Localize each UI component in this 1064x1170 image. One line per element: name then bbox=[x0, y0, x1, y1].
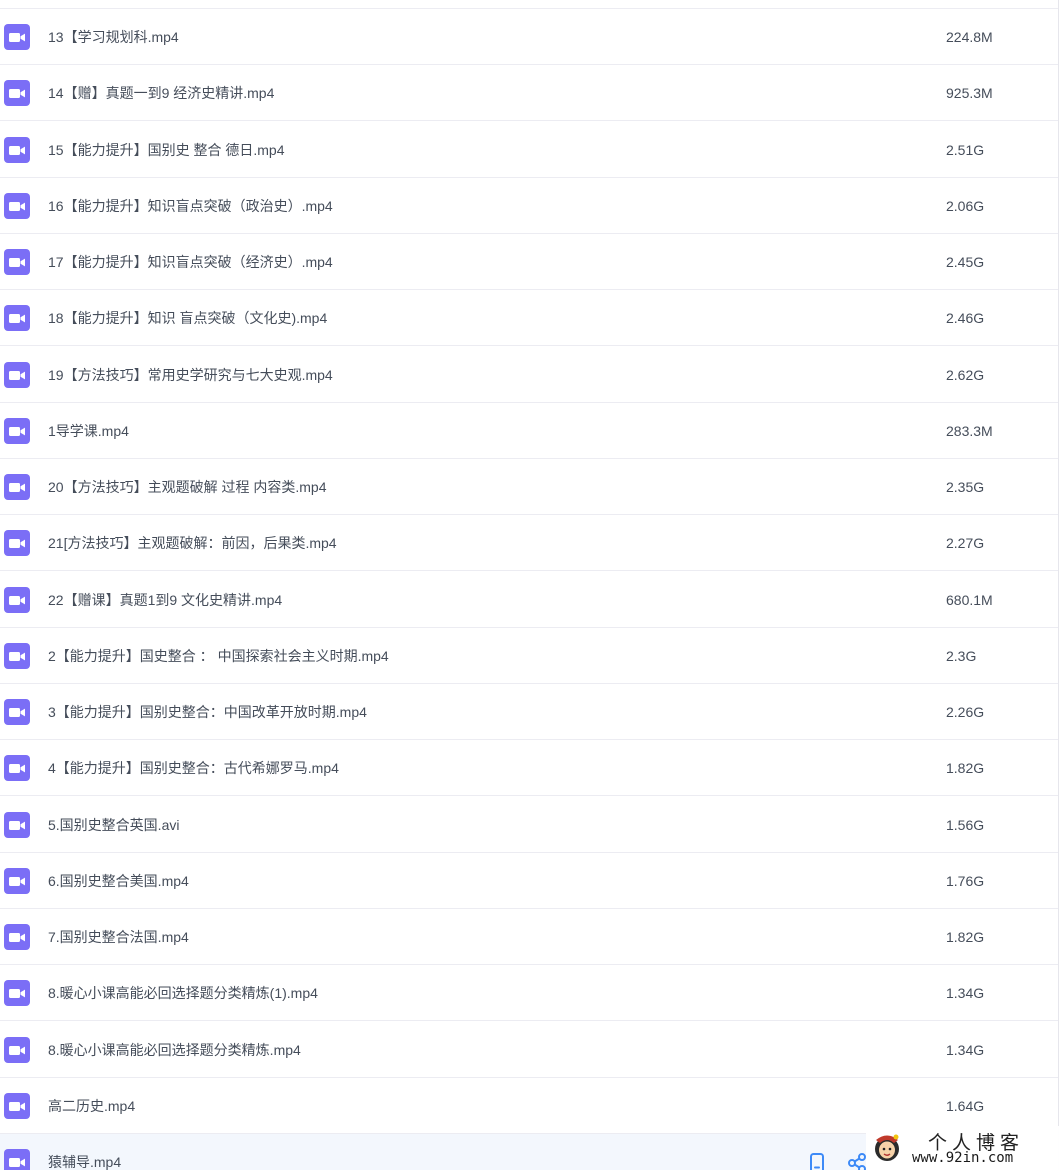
file-row[interactable]: 20【方法技巧】主观题破解 过程 内容类.mp4 2.35G bbox=[0, 459, 1058, 515]
file-name[interactable]: 21[方法技巧】主观题破解：前因，后果类.mp4 bbox=[48, 533, 337, 553]
file-row[interactable]: 16【能力提升】知识盲点突破（政治史）.mp4 2.06G bbox=[0, 178, 1058, 234]
file-row[interactable]: 21[方法技巧】主观题破解：前因，后果类.mp4 2.27G bbox=[0, 515, 1058, 571]
file-name[interactable]: 2【能力提升】国史整合 ： 中国探索社会主义时期.mp4 bbox=[48, 646, 389, 666]
file-row[interactable]: 2【能力提升】国史整合 ： 中国探索社会主义时期.mp4 2.3G bbox=[0, 628, 1058, 684]
video-file-icon bbox=[4, 1093, 30, 1119]
video-file-icon bbox=[4, 137, 30, 163]
file-size: 283.3M bbox=[946, 423, 993, 439]
file-name[interactable]: 6.国别史整合美国.mp4 bbox=[48, 871, 189, 891]
video-file-icon bbox=[4, 587, 30, 613]
video-file-icon bbox=[4, 812, 30, 838]
file-row[interactable]: 8.暖心小课高能必回选择题分类精炼(1).mp4 1.34G bbox=[0, 965, 1058, 1021]
file-size: 2.62G bbox=[946, 367, 985, 383]
video-file-icon bbox=[4, 699, 30, 725]
file-name[interactable]: 高二历史.mp4 bbox=[48, 1096, 135, 1116]
file-name[interactable]: 13【学习规划科.mp4 bbox=[48, 27, 179, 47]
video-file-icon bbox=[4, 530, 30, 556]
file-size: 2.51G bbox=[946, 142, 985, 158]
file-name[interactable]: 15【能力提升】国别史 整合 德日.mp4 bbox=[48, 140, 284, 160]
file-size: 2.26G bbox=[946, 704, 985, 720]
file-row[interactable]: 22【赠课】真题1到9 文化史精讲.mp4 680.1M bbox=[0, 572, 1058, 628]
file-row[interactable]: 3【能力提升】国别史整合：中国改革开放时期.mp4 2.26G bbox=[0, 684, 1058, 740]
file-name[interactable]: 猿辅导.mp4 bbox=[48, 1152, 121, 1170]
file-name[interactable]: 3【能力提升】国别史整合：中国改革开放时期.mp4 bbox=[48, 702, 367, 722]
file-name[interactable]: 5.国别史整合英国.avi bbox=[48, 815, 179, 835]
file-size: 680.1M bbox=[946, 592, 993, 608]
file-name[interactable]: 16【能力提升】知识盲点突破（政治史）.mp4 bbox=[48, 196, 333, 216]
file-size: 1.76G bbox=[946, 873, 985, 889]
file-row[interactable]: 17【能力提升】知识盲点突破（经济史）.mp4 2.45G bbox=[0, 234, 1058, 290]
file-size: 1.56G bbox=[946, 817, 985, 833]
file-name[interactable]: 8.暖心小课高能必回选择题分类精炼(1).mp4 bbox=[48, 983, 318, 1003]
file-size: 2.45G bbox=[946, 254, 985, 270]
file-row[interactable]: 4【能力提升】国别史整合：古代希娜罗马.mp4 1.82G bbox=[0, 740, 1058, 796]
video-file-icon bbox=[4, 643, 30, 669]
file-row[interactable]: 8.暖心小课高能必回选择题分类精炼.mp4 1.34G bbox=[0, 1022, 1058, 1078]
file-name[interactable]: 7.国别史整合法国.mp4 bbox=[48, 927, 189, 947]
video-file-icon bbox=[4, 924, 30, 950]
file-size: 2.46G bbox=[946, 310, 985, 326]
video-file-icon bbox=[4, 80, 30, 106]
file-name[interactable]: 4【能力提升】国别史整合：古代希娜罗马.mp4 bbox=[48, 758, 339, 778]
video-file-icon bbox=[4, 868, 30, 894]
file-size: 1.34G bbox=[946, 1042, 985, 1058]
video-file-icon bbox=[4, 193, 30, 219]
file-row[interactable]: 18【能力提升】知识 盲点突破（文化史).mp4 2.46G bbox=[0, 290, 1058, 346]
file-size: 224.8M bbox=[946, 29, 993, 45]
video-file-icon bbox=[4, 1149, 30, 1170]
video-file-icon bbox=[4, 305, 30, 331]
file-name[interactable]: 22【赠课】真题1到9 文化史精讲.mp4 bbox=[48, 590, 282, 610]
file-size: 2.06G bbox=[946, 198, 985, 214]
file-name[interactable]: 20【方法技巧】主观题破解 过程 内容类.mp4 bbox=[48, 477, 326, 497]
file-row[interactable]: 6.国别史整合美国.mp4 1.76G bbox=[0, 853, 1058, 909]
video-file-icon bbox=[4, 24, 30, 50]
file-row[interactable]: 7.国别史整合法国.mp4 1.82G bbox=[0, 909, 1058, 965]
video-file-icon bbox=[4, 249, 30, 275]
list-border bbox=[1058, 0, 1059, 1170]
mobile-view-icon[interactable] bbox=[806, 1152, 828, 1170]
file-name[interactable]: 19【方法技巧】常用史学研究与七大史观.mp4 bbox=[48, 365, 333, 385]
file-size: 925.3M bbox=[946, 85, 993, 101]
video-file-icon bbox=[4, 474, 30, 500]
file-row[interactable]: 13【学习规划科.mp4 224.8M bbox=[0, 9, 1058, 65]
share-icon[interactable] bbox=[846, 1152, 868, 1170]
file-size: 2.35G bbox=[946, 479, 985, 495]
file-name[interactable]: 17【能力提升】知识盲点突破（经济史）.mp4 bbox=[48, 252, 333, 272]
video-file-icon bbox=[4, 755, 30, 781]
file-list: 13【学习规划科.mp4 224.8M 14【赠】真题一到9 经济史精讲.mp4… bbox=[0, 0, 1064, 1170]
file-size: 1.82G bbox=[946, 760, 985, 776]
file-row[interactable]: 19【方法技巧】常用史学研究与七大史观.mp4 2.62G bbox=[0, 347, 1058, 403]
video-file-icon bbox=[4, 362, 30, 388]
video-file-icon bbox=[4, 1037, 30, 1063]
file-row[interactable]: 15【能力提升】国别史 整合 德日.mp4 2.51G bbox=[0, 122, 1058, 178]
blog-watermark: 个人博客 www.92in.com bbox=[866, 1126, 1064, 1170]
video-file-icon bbox=[4, 980, 30, 1006]
file-name[interactable]: 1导学课.mp4 bbox=[48, 421, 129, 441]
file-size: 1.64G bbox=[946, 1098, 985, 1114]
file-name[interactable]: 14【赠】真题一到9 经济史精讲.mp4 bbox=[48, 83, 274, 103]
file-size: 1.34G bbox=[946, 985, 985, 1001]
file-name[interactable]: 18【能力提升】知识 盲点突破（文化史).mp4 bbox=[48, 308, 327, 328]
watermark-url: www.92in.com bbox=[912, 1150, 1014, 1166]
file-size: 1.82G bbox=[946, 929, 985, 945]
file-row[interactable]: 5.国别史整合英国.avi 1.56G bbox=[0, 797, 1058, 853]
file-row[interactable]: 1导学课.mp4 283.3M bbox=[0, 403, 1058, 459]
file-row[interactable]: 14【赠】真题一到9 经济史精讲.mp4 925.3M bbox=[0, 65, 1058, 121]
file-size: 2.3G bbox=[946, 648, 977, 664]
cartoon-avatar-icon bbox=[872, 1131, 902, 1163]
file-name[interactable]: 8.暖心小课高能必回选择题分类精炼.mp4 bbox=[48, 1040, 301, 1060]
video-file-icon bbox=[4, 418, 30, 444]
file-size: 2.27G bbox=[946, 535, 985, 551]
